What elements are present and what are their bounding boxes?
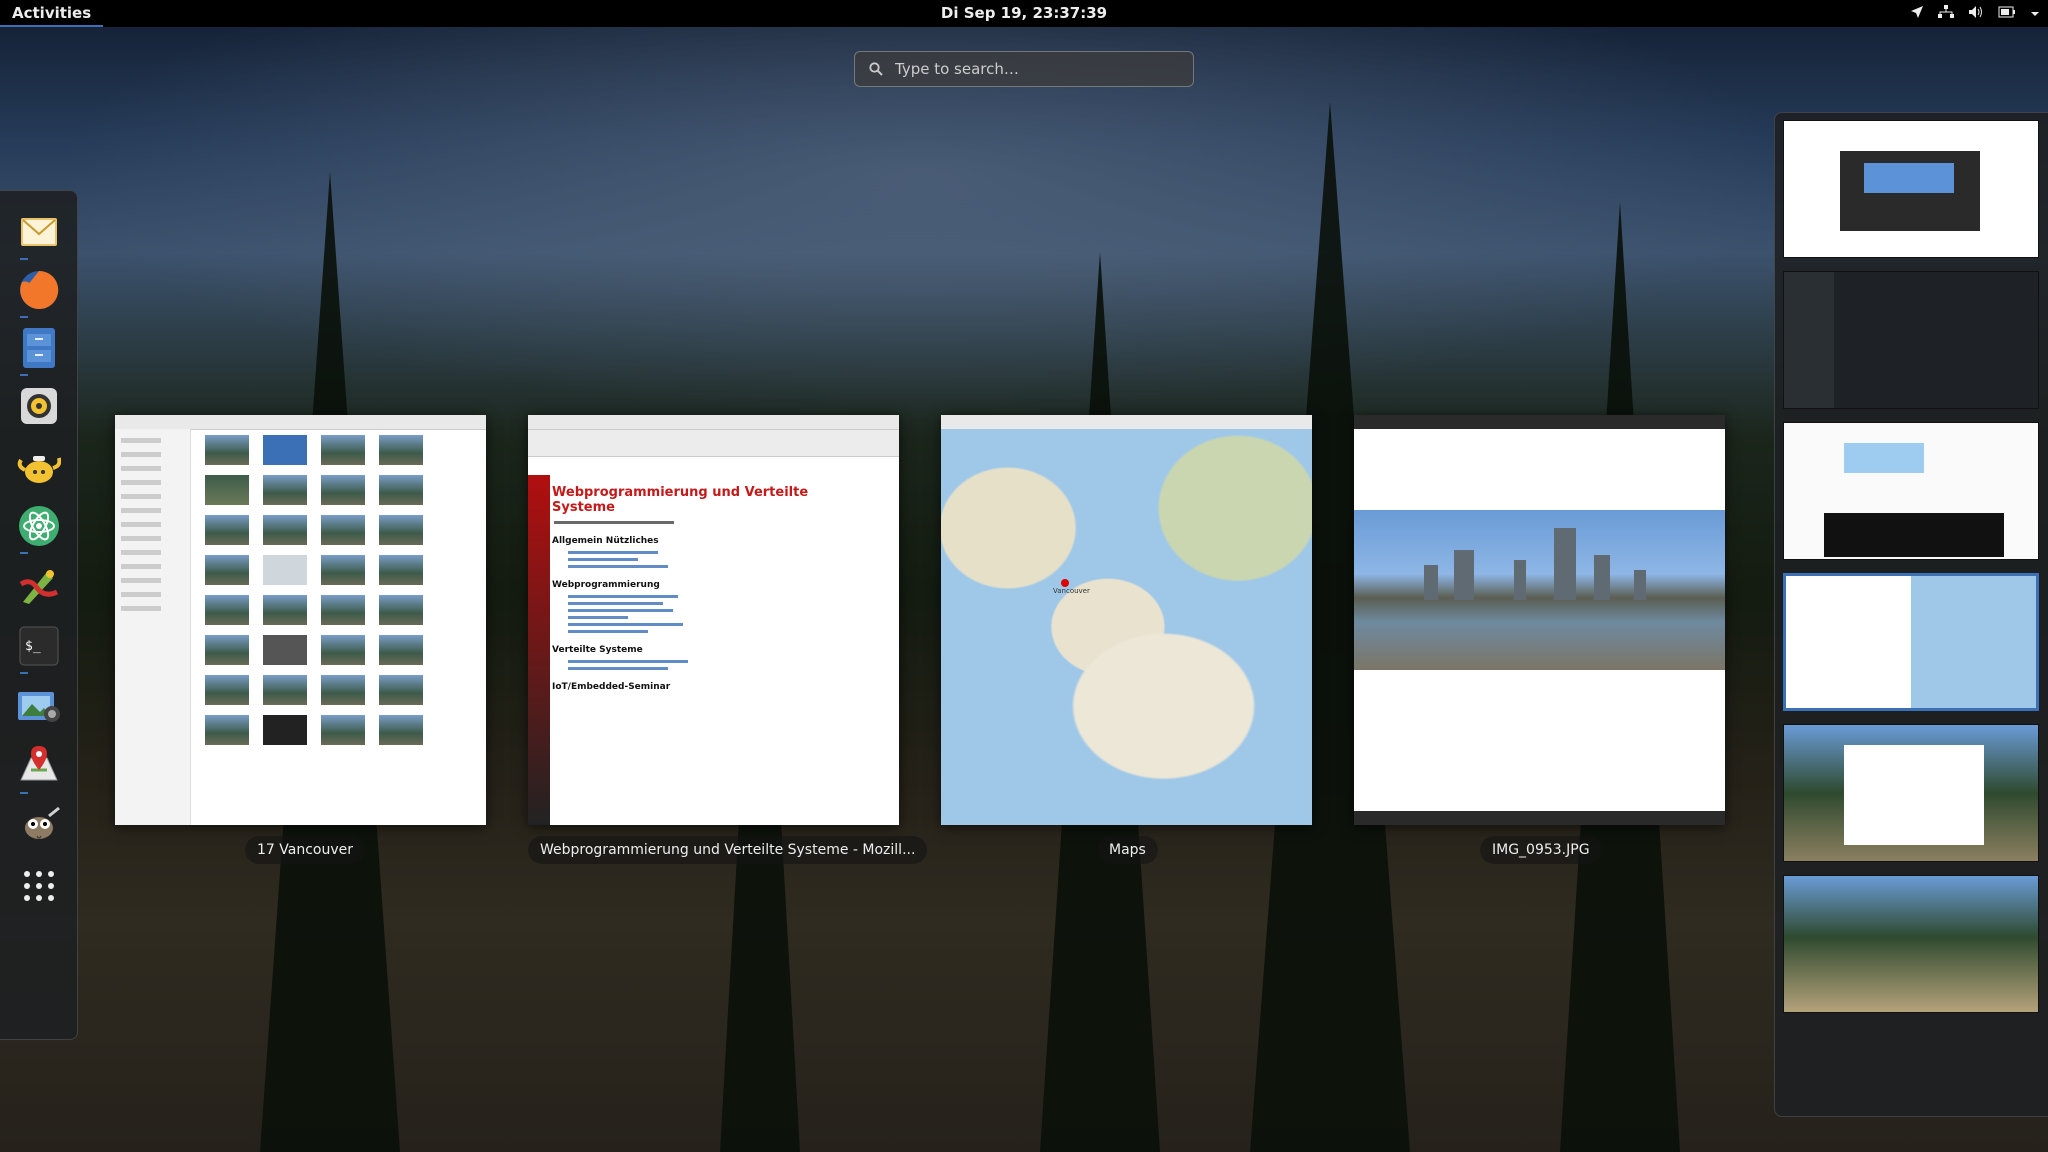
files-icon[interactable] xyxy=(15,324,63,372)
rhythmbox-icon[interactable] xyxy=(15,382,63,430)
browser-page: Webprogrammierung und Verteilte Systeme … xyxy=(550,475,877,825)
atom-icon[interactable] xyxy=(15,502,63,550)
running-indicator xyxy=(20,792,28,794)
window-titlebar xyxy=(1354,415,1725,429)
map-pin-icon xyxy=(1061,579,1069,587)
running-indicator xyxy=(20,258,28,260)
window-thumbnail-firefox[interactable]: Webprogrammierung und Verteilte Systeme … xyxy=(528,415,899,825)
clock[interactable]: Di Sep 19, 23:37:39 xyxy=(941,4,1107,22)
doc-section-heading: Webprogrammierung xyxy=(552,580,660,590)
workspace-thumbnail[interactable] xyxy=(1783,120,2039,258)
window-thumbnail-files[interactable] xyxy=(115,415,486,825)
window-titlebar xyxy=(528,415,899,430)
window-thumbnail-maps[interactable]: Vancouver xyxy=(941,415,1312,825)
inkscape-icon[interactable] xyxy=(15,562,63,610)
battery-icon[interactable] xyxy=(1998,6,2016,22)
search-input[interactable] xyxy=(893,59,1157,79)
doc-section-heading: IoT/Embedded-Seminar xyxy=(552,682,671,692)
network-icon[interactable] xyxy=(1938,4,1954,23)
dash: $_ xyxy=(0,190,78,1040)
doc-section-heading: Allgemein Nützliches xyxy=(552,536,659,546)
photo-preview xyxy=(1354,510,1725,670)
terminal-icon[interactable]: $_ xyxy=(15,622,63,670)
firefox-icon[interactable] xyxy=(15,266,63,314)
workspace-thumbnail[interactable] xyxy=(1783,271,2039,409)
photos-icon[interactable] xyxy=(15,682,63,730)
window-label[interactable]: Webprogrammierung und Verteilte Systeme … xyxy=(528,836,928,864)
doc-section-heading: Verteilte Systeme xyxy=(552,645,643,655)
gimp-icon[interactable] xyxy=(15,802,63,850)
system-menu-chevron-icon[interactable] xyxy=(2030,6,2040,22)
running-indicator xyxy=(20,672,28,674)
window-label[interactable]: IMG_0953.JPG xyxy=(1480,836,1602,864)
system-tray[interactable] xyxy=(1910,0,2040,27)
browser-toolbar xyxy=(528,430,899,457)
location-icon[interactable] xyxy=(1910,5,1924,23)
files-thumbnail-grid xyxy=(205,435,476,745)
map-place-label: Vancouver xyxy=(1053,587,1090,595)
files-sidebar xyxy=(115,429,191,825)
doc-title: Webprogrammierung und Verteilte Systeme xyxy=(552,485,809,515)
window-label[interactable]: Maps xyxy=(1097,836,1158,864)
map-view: Vancouver xyxy=(941,429,1312,825)
workspace-thumbnail[interactable] xyxy=(1783,724,2039,862)
volume-icon[interactable] xyxy=(1968,5,1984,23)
search-box[interactable] xyxy=(854,51,1194,87)
workspace-thumbnail[interactable] xyxy=(1783,875,2039,1013)
window-label[interactable]: 17 Vancouver xyxy=(245,836,365,864)
workspace-thumbnail[interactable] xyxy=(1783,422,2039,560)
show-apps-icon[interactable] xyxy=(15,862,63,910)
mail-app-icon[interactable] xyxy=(15,208,63,256)
window-thumbnail-image-viewer[interactable] xyxy=(1354,415,1725,825)
viewer-statusbar xyxy=(1354,811,1725,825)
window-titlebar xyxy=(941,415,1312,430)
window-titlebar xyxy=(115,415,486,430)
svg-text:$_: $_ xyxy=(25,639,41,654)
activities-button[interactable]: Activities xyxy=(0,0,104,27)
teapot-icon[interactable] xyxy=(15,442,63,490)
running-indicator xyxy=(20,374,28,376)
top-bar: Activities Di Sep 19, 23:37:39 xyxy=(0,0,2048,27)
workspace-thumbnail-active[interactable] xyxy=(1783,573,2039,711)
page-decoration xyxy=(528,475,550,825)
running-indicator xyxy=(20,316,28,318)
running-indicator xyxy=(20,552,28,554)
search-icon xyxy=(869,62,883,76)
maps-icon[interactable] xyxy=(15,742,63,790)
